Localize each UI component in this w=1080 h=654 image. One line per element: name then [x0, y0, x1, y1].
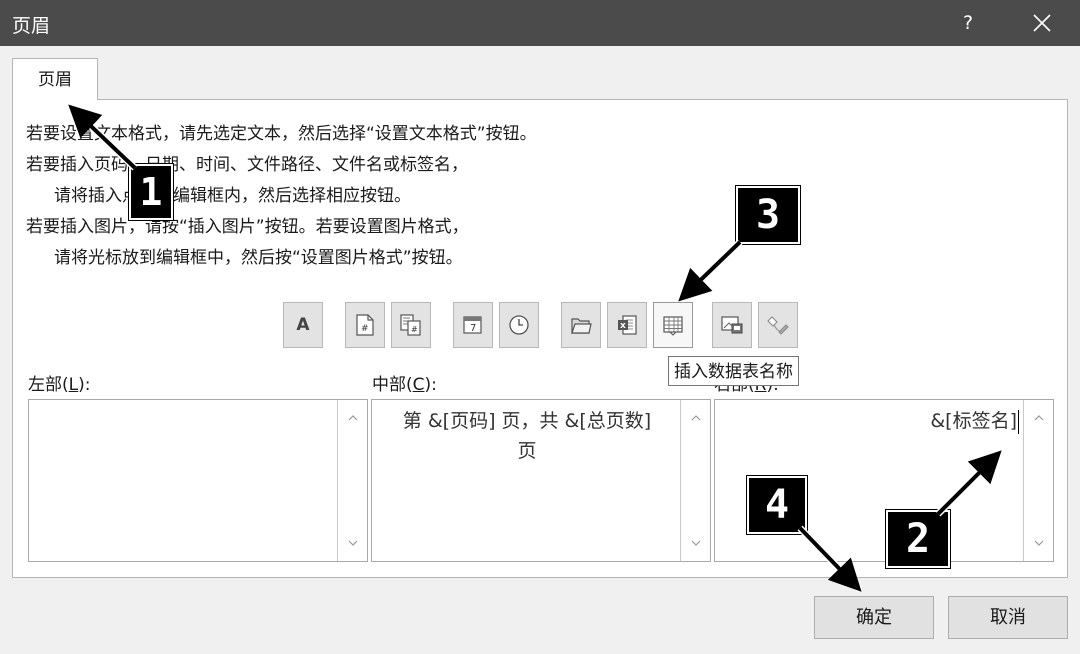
insert-page-number-button[interactable]: #	[345, 302, 385, 348]
right-scrollbar[interactable]	[1023, 400, 1053, 561]
date-icon: 7	[463, 316, 482, 334]
left-section-label: 左部(L):	[28, 375, 91, 395]
help-button[interactable]: ?	[948, 0, 988, 46]
annotation-badge-1: 1	[129, 164, 173, 220]
svg-text:7: 7	[470, 323, 476, 334]
scroll-down-icon[interactable]	[1024, 531, 1053, 555]
insert-file-path-button[interactable]	[561, 302, 601, 348]
cancel-button[interactable]: 取消	[948, 596, 1068, 639]
center-section-editbox[interactable]: 第 &[页码] 页，共 &[总页数] 页	[371, 399, 711, 562]
scroll-up-icon[interactable]	[338, 406, 367, 430]
ok-button[interactable]: 确定	[814, 596, 934, 639]
svg-text:#: #	[411, 325, 418, 334]
format-text-icon: A	[296, 315, 310, 335]
format-text-button[interactable]: A	[283, 302, 323, 348]
instruction-line-3: 请将插入点移至编辑框内，然后选择相应按钮。	[54, 186, 411, 206]
scroll-up-icon[interactable]	[681, 406, 710, 430]
clock-icon	[509, 315, 529, 335]
annotation-badge-3: 3	[736, 186, 800, 244]
annotation-badge-2: 2	[886, 510, 950, 568]
text-caret	[1018, 409, 1019, 434]
format-picture-icon	[767, 316, 789, 335]
left-section-editbox[interactable]	[28, 399, 368, 562]
instruction-line-5: 请将光标放到编辑框中，然后按“设置图片格式”按钮。	[54, 248, 463, 268]
insert-time-button[interactable]	[499, 302, 539, 348]
format-picture-button[interactable]	[758, 302, 798, 348]
page-number-icon: #	[356, 314, 374, 336]
instruction-line-2: 若要插入页码、日期、时间、文件路径、文件名或标签名，	[26, 155, 468, 175]
instruction-line-1: 若要设置文本格式，请先选定文本，然后选择“设置文本格式”按钮。	[26, 124, 537, 144]
instruction-line-4: 若要插入图片，请按“插入图片”按钮。若要设置图片格式，	[26, 217, 469, 237]
tab-header[interactable]: 页眉	[12, 58, 98, 100]
insert-page-count-button[interactable]: #	[391, 302, 431, 348]
right-section-text: &[标签名]	[930, 409, 1019, 434]
insert-sheet-name-button[interactable]	[653, 302, 693, 348]
scroll-up-icon[interactable]	[1024, 406, 1053, 430]
svg-text:#: #	[361, 324, 369, 334]
close-button[interactable]	[1018, 0, 1066, 46]
scroll-down-icon[interactable]	[338, 531, 367, 555]
center-section-text: 第 &[页码] 页，共 &[总页数] 页	[402, 410, 652, 462]
close-icon	[1033, 14, 1051, 32]
scroll-down-icon[interactable]	[681, 531, 710, 555]
insert-file-name-button[interactable]: x	[607, 302, 647, 348]
annotation-badge-4: 4	[747, 476, 807, 534]
insert-date-button[interactable]: 7	[453, 302, 493, 348]
left-scrollbar[interactable]	[337, 400, 367, 561]
sheet-name-icon	[663, 316, 683, 336]
file-path-icon	[571, 318, 592, 334]
insert-picture-button[interactable]	[712, 302, 752, 348]
tooltip: 插入数据表名称	[668, 356, 799, 386]
page-count-icon: #	[400, 314, 421, 336]
insert-picture-icon	[721, 316, 743, 334]
window-title: 页眉	[12, 15, 51, 37]
center-scrollbar[interactable]	[680, 400, 710, 561]
title-bar: 页眉 ?	[0, 0, 1080, 46]
center-section-label: 中部(C):	[372, 375, 437, 395]
excel-file-icon: x	[618, 315, 637, 335]
svg-text:x: x	[620, 321, 626, 331]
